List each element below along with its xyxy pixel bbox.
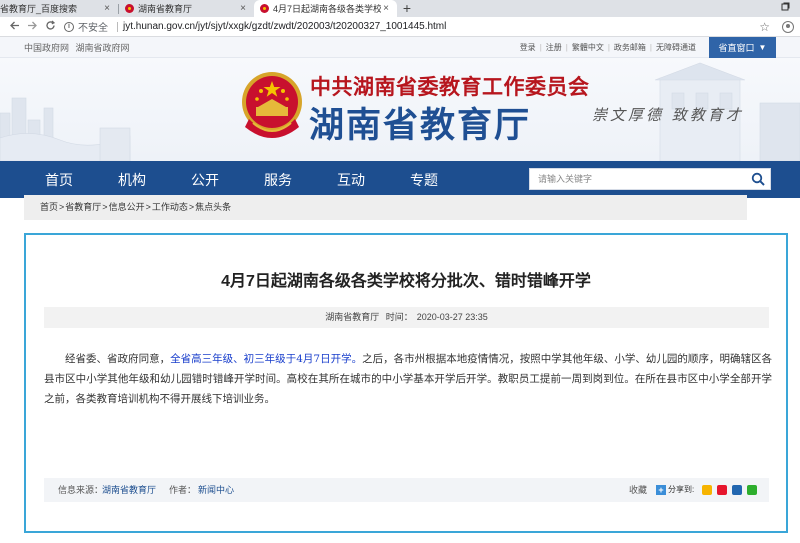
nav-topics[interactable]: 专题 — [410, 170, 438, 190]
link-divider: | — [649, 43, 652, 52]
nav-disclosure[interactable]: 公开 — [191, 170, 219, 190]
breadcrumb-disclosure[interactable]: 信息公开 — [109, 202, 145, 212]
body-text-intro: 经省委、省政府同意， — [65, 353, 171, 365]
new-tab-button[interactable]: + — [397, 0, 417, 17]
breadcrumb-home[interactable]: 首页 — [40, 202, 58, 212]
accessibility-link[interactable]: 无障碍通道 — [656, 42, 696, 53]
caret-down-icon: ▼ — [758, 43, 767, 52]
window-button-label: 省直窗口 — [718, 43, 755, 53]
search-input[interactable] — [530, 174, 746, 184]
maximize-icon[interactable] — [770, 0, 800, 17]
breadcrumb-separator: > — [102, 202, 108, 212]
time-label: 时间： — [385, 312, 413, 322]
link-divider: | — [607, 43, 610, 52]
share-label: 分享到: — [668, 485, 695, 494]
article-footer: 信息来源： 湖南省教育厅 作者： 新闻中心 收藏 + 分享到: — [44, 478, 769, 502]
renren-share-icon[interactable] — [732, 485, 743, 495]
breadcrumb: 首页>省教育厅>信息公开>工作动态>焦点头条 — [24, 195, 747, 220]
link-gov-cn[interactable]: 中国政府网 — [24, 43, 69, 53]
security-status: 不安全 — [78, 23, 108, 34]
link-divider: | — [539, 43, 542, 52]
info-icon[interactable]: i — [64, 21, 74, 32]
breadcrumb-headlines[interactable]: 焦点头条 — [195, 202, 231, 212]
site-search — [529, 168, 771, 190]
tab-title: 4月7日起湖南各级各类学校将分... — [273, 4, 381, 14]
author-link[interactable]: 新闻中心 — [198, 478, 234, 502]
breadcrumb-separator: > — [59, 202, 65, 212]
browser-tab-baidu[interactable]: 省教育厅_百度搜索 × — [0, 0, 118, 17]
article-meta: 湖南省教育厅 时间： 2020-03-27 23:35 — [44, 307, 769, 328]
share-plus-icon[interactable]: + — [656, 485, 666, 495]
tab-title: 湖南省教育厅 — [138, 4, 193, 14]
site-favicon-icon — [125, 4, 134, 13]
address-bar[interactable]: i 不安全 jyt.hunan.gov.cn/jyt/sjyt/xxgk/gzd… — [64, 19, 759, 35]
browser-tab-article[interactable]: 4月7日起湖南各级各类学校将分... × — [254, 0, 397, 17]
gov-mail-link[interactable]: 政务邮箱 — [614, 42, 646, 53]
login-link[interactable]: 登录 — [520, 42, 536, 53]
nav-organization[interactable]: 机构 — [118, 170, 146, 190]
article-body: 经省委、省政府同意，全省高三年级、初三年级于4月7日开学。之后，各市州根据本地疫… — [44, 349, 772, 409]
article-title: 4月7日起湖南各级各类学校将分批次、错时错峰开学 — [221, 273, 591, 290]
favorite-button[interactable]: 收藏 — [629, 478, 647, 502]
star-icon[interactable]: ☆ — [759, 20, 770, 34]
main-navigation: 首页 机构 公开 服务 互动 专题 — [0, 161, 800, 198]
browser-toolbar: i 不安全 jyt.hunan.gov.cn/jyt/sjyt/xxgk/gzd… — [0, 17, 800, 37]
link-hunan-gov[interactable]: 湖南省政府网 — [76, 43, 130, 53]
national-emblem-icon — [242, 72, 302, 138]
wechat-share-icon[interactable] — [747, 485, 758, 495]
close-icon[interactable]: × — [238, 3, 248, 14]
tab-title: 省教育厅_百度搜索 — [0, 4, 78, 14]
breadcrumb-work-news[interactable]: 工作动态 — [152, 202, 188, 212]
register-link[interactable]: 注册 — [546, 42, 562, 53]
breadcrumb-separator: > — [188, 202, 195, 212]
traditional-chinese-link[interactable]: 繁體中文 — [572, 42, 604, 53]
site-favicon-icon — [260, 4, 269, 13]
reload-icon[interactable] — [42, 20, 58, 34]
close-icon[interactable]: × — [381, 3, 391, 14]
article-container: 4月7日起湖南各级各类学校将分批次、错时错峰开学 湖南省教育厅 时间： 2020-… — [24, 233, 788, 533]
nav-interaction[interactable]: 互动 — [337, 170, 365, 190]
source-link[interactable]: 湖南省教育厅 — [102, 478, 156, 502]
address-divider — [117, 21, 118, 32]
external-links: 中国政府网 湖南省政府网 — [24, 41, 134, 54]
browser-tab-hunan-edu[interactable]: 湖南省教育厅 × — [119, 0, 254, 17]
site-banner: 中共湖南省委教育工作委员会 湖南省教育厅 崇文厚德 致教育才 — [0, 58, 800, 161]
search-icon[interactable] — [746, 169, 770, 189]
site-top-bar: 中国政府网 湖南省政府网 登录 | 注册 | 繁體中文 | 政务邮箱 | 无障碍… — [0, 37, 800, 58]
org-name-education-department: 湖南省教育厅 — [309, 106, 532, 145]
window-controls — [770, 0, 800, 17]
publish-time: 2020-03-27 23:35 — [416, 312, 488, 322]
url-text[interactable]: jyt.hunan.gov.cn/jyt/sjyt/xxgk/gzdt/zwdt… — [123, 21, 446, 32]
nav-services[interactable]: 服务 — [264, 170, 292, 190]
link-divider: | — [565, 43, 568, 52]
share-bar: + 分享到: — [656, 484, 762, 496]
qzone-share-icon[interactable] — [702, 485, 713, 495]
calligraphy-motto: 崇文厚德 致教育才 — [592, 106, 744, 124]
weibo-share-icon[interactable] — [717, 485, 728, 495]
source-label: 信息来源： — [58, 485, 104, 495]
breadcrumb-separator: > — [145, 202, 151, 212]
provincial-window-button[interactable]: 省直窗口 ▼ — [709, 37, 776, 58]
author-label: 作者： — [169, 485, 197, 495]
nav-home[interactable]: 首页 — [45, 170, 73, 190]
breadcrumb-department[interactable]: 省教育厅 — [65, 202, 101, 212]
profile-icon[interactable] — [782, 20, 794, 33]
body-text-highlight: 全省高三年级、初三年级于4月7日开学。 — [170, 353, 363, 365]
article-source: 湖南省教育厅 — [325, 312, 380, 322]
forward-arrow-icon[interactable] — [24, 20, 40, 34]
back-arrow-icon[interactable] — [6, 20, 22, 34]
close-icon[interactable]: × — [102, 3, 112, 14]
account-links: 登录 | 注册 | 繁體中文 | 政务邮箱 | 无障碍通道 — [520, 42, 696, 53]
browser-tab-bar: 省教育厅_百度搜索 × 湖南省教育厅 × 4月7日起湖南各级各类学校将分... … — [0, 0, 800, 17]
